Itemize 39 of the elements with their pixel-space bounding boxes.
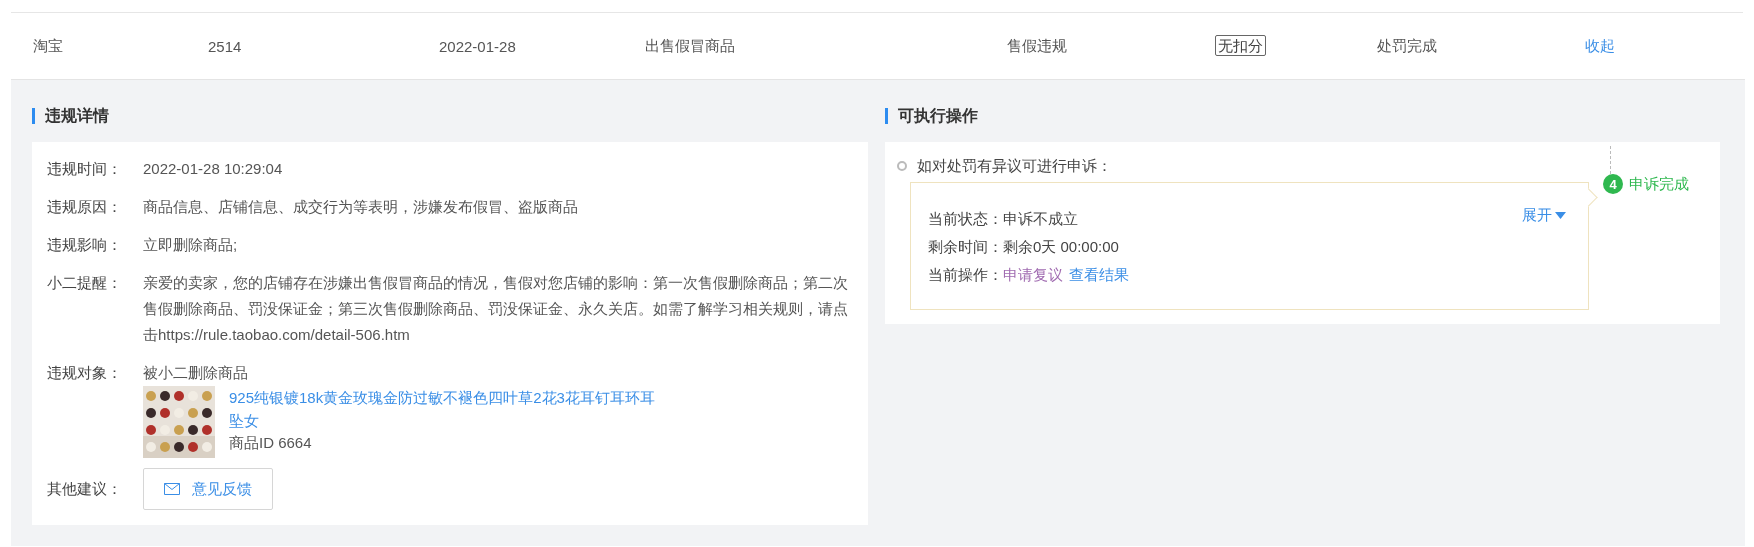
table-cell-text: 2514 [208, 37, 243, 55]
mail-icon [164, 483, 180, 495]
field-value: 亲爱的卖家，您的店铺存在涉嫌出售假冒商品的情况，售假对您店铺的影响：第一次售假删除商品；第二次售假删除商品、罚没保证金；第三次售假删除商品、罚没保证金、永久关店。如需了解学习相关规则，请点击https://rule.taobao.com/detail-506.htm [143, 273, 849, 345]
table-cell-text: 淘宝 [33, 36, 64, 56]
timeline-dot-icon [897, 161, 907, 171]
field-label: 剩余时间： [928, 238, 1003, 255]
field-label: 违规影响： [47, 235, 123, 255]
product-link[interactable]: 925纯银镀18k黄金玫瑰金防过敏不褪色四叶草2花3花耳钉耳环耳坠女 [229, 386, 659, 432]
field-value: 商品信息、店铺信息、成交行为等表明，涉嫌发布假冒、盗版商品 [143, 197, 579, 217]
step-label: 申诉完成 [1629, 174, 1689, 194]
field-value: 剩余0天 00:00:00 [1003, 238, 1119, 255]
table-cell-text: 售假违规 [1007, 36, 1068, 56]
field-value: 申诉不成立 [1003, 210, 1078, 227]
table-cell-text: 2022-01-28 [439, 37, 517, 55]
field-label: 当前操作： [928, 266, 1003, 283]
table-cell-text: 出售假冒商品 [645, 36, 736, 56]
caret-icon [1555, 211, 1566, 219]
feedback-button[interactable]: 意见反馈 [143, 468, 273, 510]
collapse-link[interactable]: 收起 [1585, 36, 1615, 54]
section-title: 违规详情 [32, 108, 868, 124]
field-label: 违规时间： [47, 159, 123, 179]
field-label: 违规原因： [47, 197, 123, 217]
operation-link[interactable]: 申请复议 [1003, 266, 1063, 283]
appeal-prompt: 如对处罚有异议可进行申诉： [917, 156, 1112, 176]
field-value: 被小二删除商品 [143, 364, 248, 381]
operation-link[interactable]: 查看结果 [1069, 266, 1129, 283]
table-cell-text: 处罚完成 [1377, 36, 1438, 56]
section-title: 可执行操作 [885, 108, 1720, 124]
field-label: 违规对象： [47, 363, 123, 383]
field-label: 小二提醒： [47, 273, 123, 293]
field-label: 其他建议： [47, 479, 123, 499]
field-label: 当前状态： [928, 210, 1003, 227]
timeline-line [1610, 146, 1611, 174]
product-id: 商品ID 6664 [229, 433, 313, 453]
field-value: 2022-01-28 10:29:04 [143, 159, 284, 179]
deduction-tag: 无扣分 [1215, 34, 1266, 56]
expand-link[interactable]: 展开 [1522, 205, 1566, 225]
step-number: 4 [1603, 174, 1623, 194]
field-value: 立即删除商品; [143, 235, 239, 255]
